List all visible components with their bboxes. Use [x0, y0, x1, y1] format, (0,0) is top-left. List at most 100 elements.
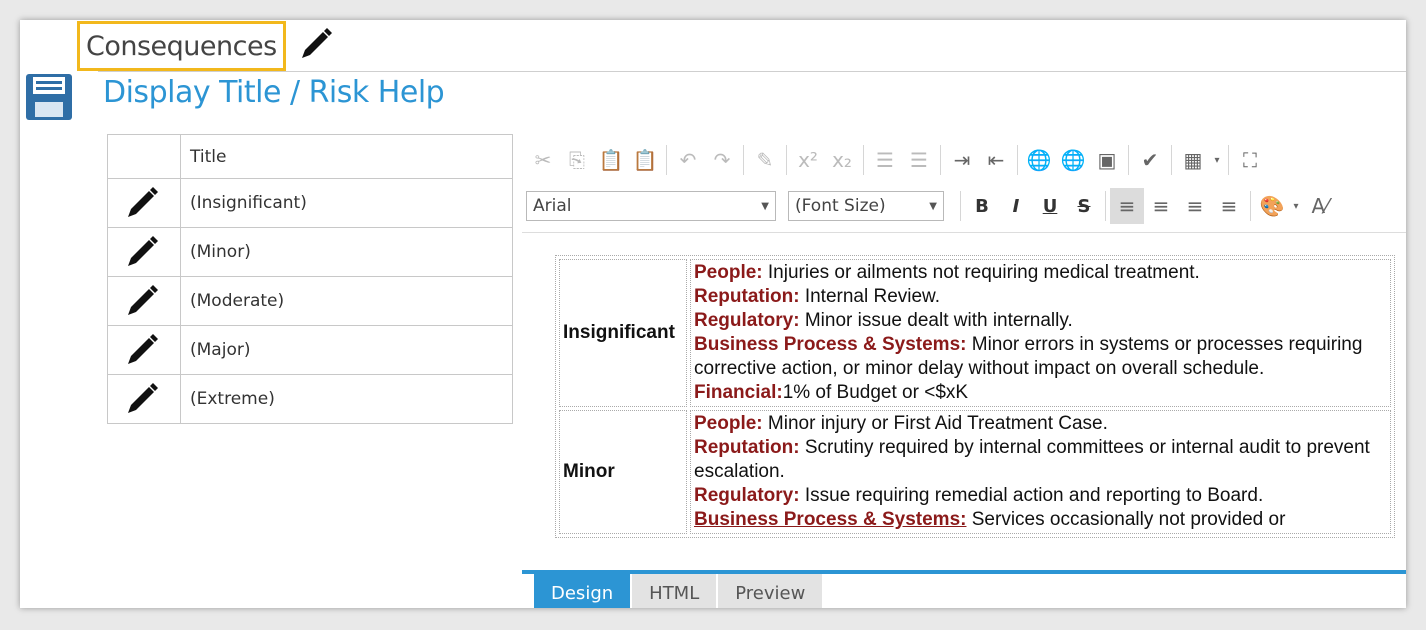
- edit-row-pencil-icon[interactable]: [107, 374, 181, 424]
- edit-title-pencil-icon[interactable]: [296, 24, 336, 68]
- toolbar-separator: [1017, 145, 1018, 175]
- edit-row-pencil-icon[interactable]: [107, 227, 181, 277]
- table-row[interactable]: (Major): [107, 325, 513, 375]
- chevron-down-icon: ▼: [761, 200, 769, 212]
- cut-icon[interactable]: ✂: [526, 142, 560, 178]
- ordered-list-icon[interactable]: ☰: [868, 142, 902, 178]
- remove-link-icon[interactable]: 🌐: [1056, 142, 1090, 178]
- bold-button[interactable]: B: [965, 188, 999, 224]
- category-text: Internal Review.: [799, 286, 941, 307]
- category-label: Business Process & Systems:: [694, 334, 967, 355]
- help-level-label: Minor: [559, 410, 687, 534]
- category-text: Injuries or ailments not requiring medic…: [762, 262, 1200, 283]
- page-title-highlight: Consequences: [77, 21, 286, 71]
- edit-column-header: [107, 134, 181, 179]
- redo-icon[interactable]: ↷: [705, 142, 739, 178]
- risk-levels-table: Title (Insignificant) (Minor) (Moderate)…: [107, 134, 513, 424]
- copy-icon[interactable]: ⎘: [560, 142, 594, 178]
- toolbar-separator: [1128, 145, 1129, 175]
- section-subtitle: Display Title / Risk Help: [103, 75, 445, 110]
- justify-icon[interactable]: ≡: [1212, 188, 1246, 224]
- toolbar-separator: [1105, 191, 1106, 221]
- category-label: People:: [694, 413, 763, 434]
- edit-row-pencil-icon[interactable]: [107, 178, 181, 228]
- title-divider: [98, 71, 1406, 72]
- align-right-icon[interactable]: ≡: [1178, 188, 1212, 224]
- toolbar-separator: [863, 145, 864, 175]
- underline-button[interactable]: U: [1033, 188, 1067, 224]
- paste-icon[interactable]: 📋: [594, 142, 628, 178]
- editor-mode-tabs: Design HTML Preview: [534, 574, 824, 608]
- paste-from-word-icon[interactable]: 📋: [628, 142, 662, 178]
- align-center-icon[interactable]: ≡: [1144, 188, 1178, 224]
- category-text: Minor issue dealt with internally.: [799, 310, 1073, 331]
- fullscreen-icon[interactable]: ⛶: [1233, 142, 1267, 178]
- editor-content-area[interactable]: Insignificant People: Injuries or ailmen…: [522, 232, 1406, 569]
- category-text: Services occasionally not provided or: [966, 509, 1286, 530]
- italic-button[interactable]: I: [999, 188, 1033, 224]
- category-text: 1% of Budget or <$xK: [782, 382, 969, 403]
- format-stripper-icon[interactable]: ✎: [748, 142, 782, 178]
- insert-image-icon[interactable]: ▣: [1090, 142, 1124, 178]
- toolbar-row-2: Arial ▼ (Font Size) ▼ B I U S ≡ ≡ ≡ ≡ 🎨 …: [526, 184, 1337, 228]
- row-label: (Moderate): [180, 276, 513, 326]
- category-label: Financial:: [694, 382, 783, 403]
- edit-row-pencil-icon[interactable]: [107, 325, 181, 375]
- category-text: Issue requiring remedial action and repo…: [799, 485, 1264, 506]
- insert-link-icon[interactable]: 🌐: [1022, 142, 1056, 178]
- toolbar-separator: [786, 145, 787, 175]
- unordered-list-icon[interactable]: ☰: [902, 142, 936, 178]
- tab-html[interactable]: HTML: [632, 574, 717, 608]
- category-label: Reputation:: [694, 437, 800, 458]
- chevron-down-icon: ▼: [929, 200, 937, 212]
- category-label: Reputation:: [694, 286, 800, 307]
- spellcheck-icon[interactable]: ✔: [1133, 142, 1167, 178]
- font-family-select[interactable]: Arial ▼: [526, 191, 776, 221]
- tab-design[interactable]: Design: [534, 574, 631, 608]
- clear-format-icon[interactable]: A⁄: [1303, 188, 1337, 224]
- font-size-value: (Font Size): [795, 196, 886, 216]
- toolbar-separator: [960, 191, 961, 221]
- save-icon[interactable]: [24, 72, 74, 126]
- tab-preview[interactable]: Preview: [718, 574, 823, 608]
- indent-icon[interactable]: ⇥: [945, 142, 979, 178]
- toolbar-row-1: ✂ ⎘ 📋 📋 ↶ ↷ ✎ x² x₂ ☰ ☰ ⇥ ⇤ 🌐 🌐 ▣ ✔ ▦ ▾ …: [526, 138, 1267, 182]
- toolbar-separator: [743, 145, 744, 175]
- toolbar-separator: [666, 145, 667, 175]
- table-row[interactable]: (Minor): [107, 227, 513, 277]
- font-family-value: Arial: [533, 196, 572, 216]
- row-label: (Insignificant): [180, 178, 513, 228]
- insert-table-icon[interactable]: ▦: [1176, 142, 1210, 178]
- strikethrough-button[interactable]: S: [1067, 188, 1101, 224]
- category-label: Business Process & Systems:: [694, 509, 967, 530]
- row-label: (Major): [180, 325, 513, 375]
- table-dropdown-chevron-icon[interactable]: ▾: [1210, 142, 1224, 178]
- font-size-select[interactable]: (Font Size) ▼: [788, 191, 944, 221]
- table-row[interactable]: (Moderate): [107, 276, 513, 326]
- help-row: Minor People: Minor injury or First Aid …: [559, 410, 1391, 534]
- table-row[interactable]: (Extreme): [107, 374, 513, 424]
- align-left-icon[interactable]: ≡: [1110, 188, 1144, 224]
- help-level-label: Insignificant: [559, 259, 687, 407]
- help-row: Insignificant People: Injuries or ailmen…: [559, 259, 1391, 407]
- text-color-icon[interactable]: 🎨: [1255, 188, 1289, 224]
- superscript-icon[interactable]: x²: [791, 142, 825, 178]
- undo-icon[interactable]: ↶: [671, 142, 705, 178]
- edit-row-pencil-icon[interactable]: [107, 276, 181, 326]
- outdent-icon[interactable]: ⇤: [979, 142, 1013, 178]
- category-text: Minor injury or First Aid Treatment Case…: [762, 413, 1108, 434]
- row-label: (Extreme): [180, 374, 513, 424]
- category-label: Regulatory:: [694, 485, 800, 506]
- table-row[interactable]: (Insignificant): [107, 178, 513, 228]
- help-description: People: Injuries or ailments not requiri…: [690, 259, 1391, 407]
- subscript-icon[interactable]: x₂: [825, 142, 859, 178]
- page-title: Consequences: [86, 30, 277, 62]
- category-label: People:: [694, 262, 763, 283]
- toolbar-separator: [940, 145, 941, 175]
- toolbar-separator: [1171, 145, 1172, 175]
- color-dropdown-chevron-icon[interactable]: ▾: [1289, 188, 1303, 224]
- table-header-row: Title: [107, 134, 513, 179]
- title-column-header: Title: [180, 134, 513, 179]
- editor-window: Consequences Display Title / Risk Help T…: [20, 20, 1406, 608]
- toolbar-separator: [1250, 191, 1251, 221]
